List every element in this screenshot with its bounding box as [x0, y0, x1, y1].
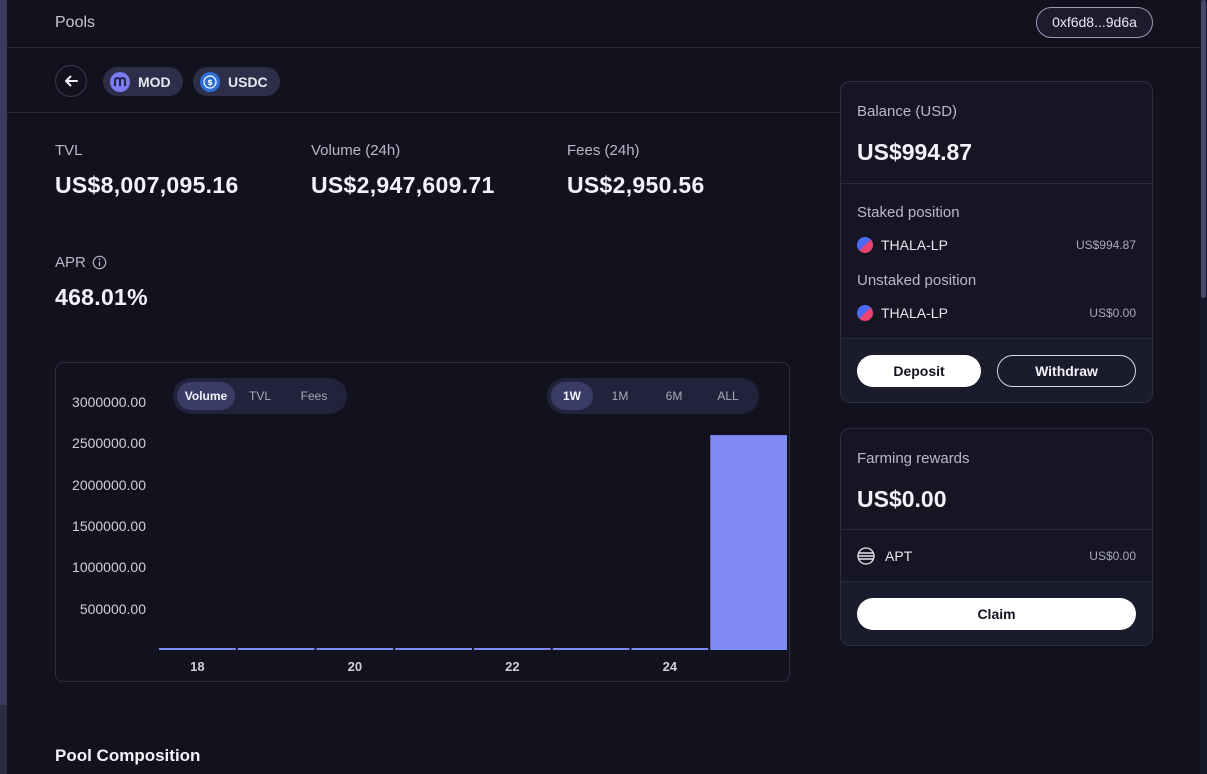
top-bar: Pools 0xf6d8...9d6a: [7, 0, 1200, 48]
left-scroll-thumb[interactable]: [0, 0, 7, 705]
claim-button[interactable]: Claim: [857, 598, 1136, 630]
deposit-button[interactable]: Deposit: [857, 355, 981, 387]
aptos-icon: [857, 547, 875, 565]
svg-text:$: $: [207, 78, 213, 87]
fees-label: Fees (24h): [567, 142, 640, 159]
tvl-stat: TVL US$8,007,095.16: [55, 142, 239, 199]
volume-bar[interactable]: [631, 648, 709, 650]
left-edge-scrollbar[interactable]: [0, 0, 7, 774]
page-scroll-thumb[interactable]: [1201, 0, 1206, 298]
token-chip-usdc[interactable]: $ USDC: [193, 67, 280, 96]
mod-token-icon: [110, 71, 130, 92]
farming-rewards-label: Farming rewards: [857, 450, 970, 467]
volume-bar[interactable]: [237, 648, 315, 650]
farming-rewards-card: Farming rewards US$0.00 APT US$0.00 Clai…: [840, 428, 1153, 646]
page-title: Pools: [55, 14, 96, 31]
fees-stat: Fees (24h) US$2,950.56: [567, 142, 705, 199]
apr-stat: APR 468.01%: [55, 254, 148, 311]
unstaked-amount: US$0.00: [1089, 306, 1136, 320]
page-scrollbar[interactable]: [1200, 0, 1207, 774]
volume-label: Volume (24h): [311, 142, 401, 159]
staked-position-row: THALA-LP US$994.87: [857, 237, 1136, 253]
withdraw-button[interactable]: Withdraw: [997, 355, 1136, 387]
volume-bar[interactable]: [552, 648, 630, 650]
balance-value: US$994.87: [857, 139, 973, 165]
staked-token-name: THALA-LP: [881, 237, 948, 253]
tvl-value: US$8,007,095.16: [55, 172, 239, 198]
staked-position-label: Staked position: [857, 204, 960, 221]
info-icon[interactable]: [92, 255, 107, 270]
thala-lp-icon: [857, 237, 873, 253]
wallet-address-button[interactable]: 0xf6d8...9d6a: [1036, 7, 1153, 38]
balance-label: Balance (USD): [857, 103, 958, 120]
unstaked-position-row: THALA-LP US$0.00: [857, 305, 1136, 321]
back-button[interactable]: [55, 65, 87, 97]
volume-bar-chart: [159, 435, 787, 650]
reward-amount: US$0.00: [1089, 549, 1136, 563]
chart-card: Volume TVL Fees 1W 1M 6M ALL 3000000.00 2…: [55, 362, 790, 682]
unstaked-position-label: Unstaked position: [857, 272, 977, 289]
usdc-token-icon: $: [200, 71, 220, 92]
token-symbol: MOD: [138, 73, 171, 90]
volume-value: US$2,947,609.71: [311, 172, 495, 198]
fees-value: US$2,950.56: [567, 172, 705, 198]
volume-bar[interactable]: [395, 648, 472, 650]
staked-amount: US$994.87: [1075, 238, 1136, 252]
thala-lp-icon: [857, 305, 873, 321]
reward-row-apt: APT US$0.00: [857, 547, 1136, 565]
volume-bar[interactable]: [316, 648, 394, 650]
balance-card: Balance (USD) US$994.87 Staked position …: [840, 81, 1153, 403]
reward-token-name: APT: [885, 548, 913, 564]
volume-bar[interactable]: [710, 435, 787, 650]
volume-bar[interactable]: [159, 648, 236, 650]
volume-bar[interactable]: [474, 648, 551, 650]
unstaked-token-name: THALA-LP: [881, 305, 948, 321]
pool-pair-bar: MOD $ USDC: [7, 49, 839, 113]
volume-stat: Volume (24h) US$2,947,609.71: [311, 142, 495, 199]
farming-rewards-value: US$0.00: [857, 486, 947, 512]
token-chip-mod[interactable]: MOD: [103, 67, 183, 96]
token-symbol: USDC: [228, 73, 268, 90]
apr-label: APR: [55, 254, 86, 271]
tvl-label: TVL: [55, 142, 83, 159]
arrow-left-icon: [65, 75, 78, 87]
apr-value: 468.01%: [55, 284, 148, 310]
pool-composition-title: Pool Composition: [55, 746, 201, 765]
